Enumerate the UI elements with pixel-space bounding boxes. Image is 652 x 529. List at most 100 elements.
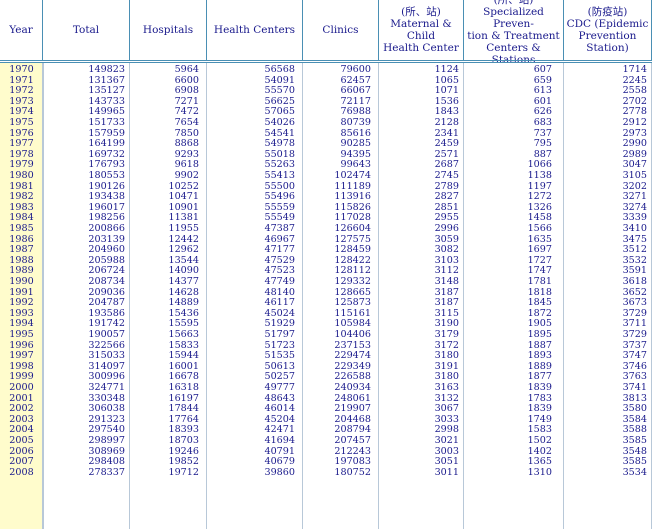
value-cell: 1566: [527, 223, 552, 234]
value-cell: 2912: [622, 117, 647, 128]
value-cell: 11955: [168, 223, 199, 234]
column-header: (所、站) Maternal & Child Health Center: [379, 0, 464, 60]
value-cell: 3011: [434, 466, 459, 478]
header-rule: [0, 60, 652, 61]
value-cell: 1839: [527, 382, 552, 393]
value-cell: 49777: [264, 382, 295, 393]
table-row: 1990 208734 14377 47749 129332 3148 1781 3618: [0, 276, 652, 288]
value-cell: 51797: [264, 329, 295, 340]
value-cell: 3163: [434, 382, 459, 393]
year-cell: 1980: [9, 170, 34, 181]
value-cell: 1138: [527, 170, 552, 181]
column-divider: [42, 63, 43, 529]
year-cell: 1995: [9, 329, 34, 340]
value-cell: 15663: [168, 329, 199, 340]
value-cell: 683: [533, 117, 552, 128]
value-cell: 102474: [334, 170, 371, 181]
column-header-label: (所、站) Specialized Preven- tion & Treatme…: [467, 0, 560, 66]
value-cell: 3729: [622, 329, 647, 340]
year-cell: 2005: [9, 435, 34, 446]
column-divider: [378, 63, 379, 529]
column-header-label: Clinics: [322, 24, 359, 36]
header-rule: [0, 62, 652, 63]
value-cell: 2996: [434, 223, 459, 234]
value-cell: 3618: [622, 276, 647, 287]
year-cell: 1975: [9, 117, 34, 128]
table-row: 2000 324771 16318 49777 240934 3163 1839 3741: [0, 382, 652, 394]
table-body: 1970 149823 5964 56568 79600 1124 607 1714 1971 1…: [0, 63, 652, 529]
column-header: Total: [43, 0, 130, 60]
value-cell: 2745: [434, 170, 459, 181]
value-cell: 41694: [264, 435, 295, 446]
column-header: Health Centers: [207, 0, 303, 60]
value-cell: 54026: [264, 117, 295, 128]
year-cell: 1985: [9, 223, 34, 234]
value-cell: 207457: [334, 435, 371, 446]
column-header-label: Hospitals: [142, 24, 194, 36]
column-header-label: (所、站) Maternal & Child Health Center: [383, 6, 459, 54]
year-cell: 2008: [9, 466, 34, 478]
value-cell: 298997: [88, 435, 125, 446]
value-cell: 607: [533, 64, 552, 75]
column-divider: [302, 63, 303, 529]
value-cell: 3534: [622, 466, 647, 478]
column-header-label: Total: [72, 24, 100, 36]
value-cell: 16318: [168, 382, 199, 393]
year-cell: 1970: [9, 64, 34, 75]
value-cell: 324771: [88, 382, 125, 393]
table-row: 2008 278337 19712 39860 180752 3011 1310 3534: [0, 466, 652, 479]
value-cell: 56568: [264, 64, 295, 75]
value-cell: 278337: [88, 466, 125, 478]
value-cell: 1781: [527, 276, 552, 287]
value-cell: 79600: [340, 64, 371, 75]
column-divider: [563, 63, 564, 529]
table-header: Year Total Hospitals Health Centers Clinics (…: [0, 0, 652, 66]
value-cell: 104406: [334, 329, 371, 340]
value-cell: 3021: [434, 435, 459, 446]
value-cell: 5964: [174, 64, 199, 75]
value-cell: 126604: [334, 223, 371, 234]
column-header: (所、站) Specialized Preven- tion & Treatme…: [464, 0, 564, 66]
column-header-label: Year: [9, 24, 33, 36]
column-header: Hospitals: [130, 0, 207, 60]
value-cell: 190057: [88, 329, 125, 340]
table-row: 1995 190057 15663 51797 104406 3179 1895 3729: [0, 329, 652, 341]
value-cell: 151733: [88, 117, 125, 128]
value-cell: 47749: [264, 276, 295, 287]
value-cell: 129332: [334, 276, 371, 287]
value-cell: 3741: [622, 382, 647, 393]
value-cell: 3410: [622, 223, 647, 234]
column-header-label: (防疫站) CDC (Epidemic Prevention Station): [566, 6, 649, 54]
value-cell: 208734: [88, 276, 125, 287]
value-cell: 3105: [622, 170, 647, 181]
value-cell: 1310: [527, 466, 552, 478]
value-cell: 3179: [434, 329, 459, 340]
column-divider: [463, 63, 464, 529]
column-header: Clinics: [303, 0, 379, 60]
value-cell: 1124: [434, 64, 459, 75]
value-cell: 200866: [88, 223, 125, 234]
column-header-label: Health Centers: [213, 24, 296, 36]
value-cell: 80739: [340, 117, 371, 128]
value-cell: 9902: [174, 170, 199, 181]
column-header: Year: [0, 0, 43, 60]
value-cell: 19712: [168, 466, 199, 478]
value-cell: 39860: [264, 466, 295, 478]
value-cell: 7654: [174, 117, 199, 128]
value-cell: 180752: [334, 466, 371, 478]
table-row: 1975 151733 7654 54026 80739 2128 683 2912: [0, 117, 652, 129]
value-cell: 1502: [527, 435, 552, 446]
value-cell: 180553: [88, 170, 125, 181]
value-cell: 149823: [88, 64, 125, 75]
value-cell: 47387: [264, 223, 295, 234]
value-cell: 3585: [622, 435, 647, 446]
value-cell: 55413: [264, 170, 295, 181]
value-cell: 1714: [622, 64, 647, 75]
value-cell: 3148: [434, 276, 459, 287]
value-cell: 2128: [434, 117, 459, 128]
statistics-table: Year Total Hospitals Health Centers Clinics (…: [0, 0, 652, 529]
table-row: 2005 298997 18703 41694 207457 3021 1502 3585: [0, 435, 652, 447]
value-cell: 14377: [168, 276, 199, 287]
year-cell: 2000: [9, 382, 34, 393]
column-divider: [206, 63, 207, 529]
